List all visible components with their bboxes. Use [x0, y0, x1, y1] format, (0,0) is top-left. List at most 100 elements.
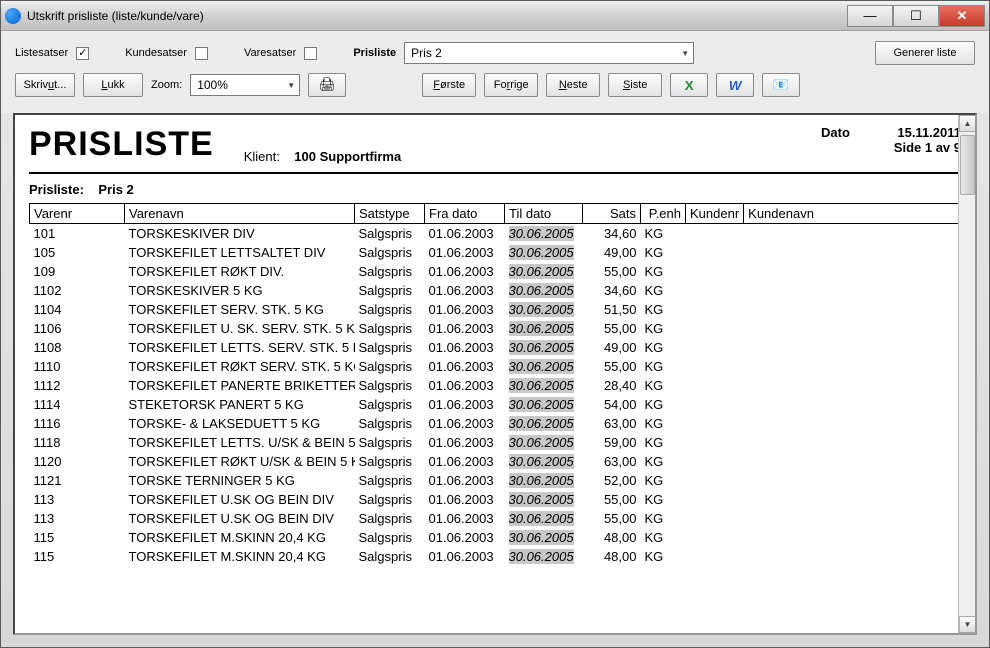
table-row: 1112TORSKEFILET PANERTE BRIKETTERSalgspr…: [30, 376, 961, 395]
cell-satstype: Salgspris: [355, 262, 425, 281]
cell-tildato: 30.06.2005: [505, 490, 583, 509]
cell-fradato: 01.06.2003: [425, 376, 505, 395]
prisliste-value: Pris 2: [411, 46, 442, 60]
cell-tildato: 30.06.2005: [505, 452, 583, 471]
cell-tildato: 30.06.2005: [505, 528, 583, 547]
window-title: Utskrift prisliste (liste/kunde/vare): [27, 9, 847, 23]
cell-kundenr: [686, 262, 744, 281]
cell-kundenavn: [744, 490, 961, 509]
cell-varenavn: TORSKEFILET RØKT U/SK & BEIN 5 K: [125, 452, 355, 471]
scroll-up-arrow[interactable]: ▲: [959, 115, 976, 132]
cell-sats: 55,00: [583, 319, 641, 338]
cell-satstype: Salgspris: [355, 357, 425, 376]
cell-varenr: 1121: [30, 471, 125, 490]
cell-tildato: 30.06.2005: [505, 433, 583, 452]
cell-fradato: 01.06.2003: [425, 528, 505, 547]
scroll-down-arrow[interactable]: ▼: [959, 616, 976, 633]
forste-button[interactable]: Første: [422, 73, 476, 97]
table-row: 1120TORSKEFILET RØKT U/SK & BEIN 5 KSalg…: [30, 452, 961, 471]
prisliste-combo[interactable]: Pris 2: [404, 42, 694, 64]
report-area: PRISLISTE Klient: 100 Supportfirma Dato …: [13, 113, 977, 635]
cell-fradato: 01.06.2003: [425, 509, 505, 528]
cell-sats: 55,00: [583, 490, 641, 509]
prisliste-line: Prisliste: Pris 2: [29, 182, 961, 197]
col-penh: P.enh: [641, 204, 686, 224]
cell-kundenr: [686, 319, 744, 338]
cell-tildato: 30.06.2005: [505, 376, 583, 395]
cell-tildato: 30.06.2005: [505, 338, 583, 357]
cell-satstype: Salgspris: [355, 319, 425, 338]
cell-tildato: 30.06.2005: [505, 471, 583, 490]
cell-kundenavn: [744, 376, 961, 395]
table-row: 101TORSKESKIVER DIVSalgspris01.06.200330…: [30, 224, 961, 244]
mail-export-button[interactable]: 📧: [762, 73, 800, 97]
lukk-button[interactable]: Lukk: [83, 73, 143, 97]
cell-varenavn: TORSKEFILET M.SKINN 20,4 KG: [125, 547, 355, 566]
titlebar: Utskrift prisliste (liste/kunde/vare) — …: [1, 1, 989, 31]
cell-sats: 34,60: [583, 281, 641, 300]
kundesatser-checkbox[interactable]: [195, 47, 208, 60]
cell-kundenavn: [744, 509, 961, 528]
neste-button[interactable]: Neste: [546, 73, 600, 97]
table-header-row: Varenr Varenavn Satstype Fra dato Til da…: [30, 204, 961, 224]
excel-export-button[interactable]: X: [670, 73, 708, 97]
klient-block: Klient: 100 Supportfirma: [244, 149, 402, 164]
word-export-button[interactable]: W: [716, 73, 754, 97]
table-row: 1121TORSKE TERNINGER 5 KGSalgspris01.06.…: [30, 471, 961, 490]
cell-penh: KG: [641, 547, 686, 566]
print-icon-button[interactable]: 🖨: [308, 73, 346, 97]
cell-penh: KG: [641, 509, 686, 528]
col-kundenr: Kundenr: [686, 204, 744, 224]
listesatser-checkbox[interactable]: [76, 47, 89, 60]
cell-fradato: 01.06.2003: [425, 262, 505, 281]
cell-kundenr: [686, 395, 744, 414]
cell-varenr: 1114: [30, 395, 125, 414]
cell-penh: KG: [641, 395, 686, 414]
cell-kundenavn: [744, 338, 961, 357]
cell-sats: 55,00: [583, 262, 641, 281]
maximize-button[interactable]: ☐: [893, 5, 939, 27]
cell-fradato: 01.06.2003: [425, 357, 505, 376]
vertical-scrollbar[interactable]: ▲ ▼: [958, 115, 975, 633]
cell-tildato: 30.06.2005: [505, 395, 583, 414]
cell-penh: KG: [641, 471, 686, 490]
varesatser-checkbox[interactable]: [304, 47, 317, 60]
scroll-thumb[interactable]: [960, 135, 975, 195]
cell-kundenavn: [744, 433, 961, 452]
toolbar-area: Listesatser Kundesatser Varesatser Prisl…: [1, 31, 989, 113]
cell-kundenr: [686, 452, 744, 471]
cell-satstype: Salgspris: [355, 224, 425, 244]
generer-liste-button[interactable]: Generer liste: [875, 41, 975, 65]
side-value: Side 1 av 9: [841, 140, 961, 155]
zoom-combo[interactable]: 100%: [190, 74, 300, 96]
cell-satstype: Salgspris: [355, 452, 425, 471]
cell-penh: KG: [641, 414, 686, 433]
cell-sats: 59,00: [583, 433, 641, 452]
cell-penh: KG: [641, 281, 686, 300]
report-prisliste-value: Pris 2: [98, 182, 133, 197]
cell-kundenr: [686, 414, 744, 433]
cell-fradato: 01.06.2003: [425, 243, 505, 262]
cell-varenr: 113: [30, 490, 125, 509]
dato-value: 15.11.2011: [881, 125, 961, 140]
cell-kundenavn: [744, 547, 961, 566]
cell-fradato: 01.06.2003: [425, 281, 505, 300]
cell-penh: KG: [641, 357, 686, 376]
skriv-ut-button[interactable]: Skriv ut...: [15, 73, 75, 97]
cell-tildato: 30.06.2005: [505, 509, 583, 528]
cell-kundenr: [686, 433, 744, 452]
cell-kundenr: [686, 357, 744, 376]
forrige-button[interactable]: Forrige: [484, 73, 538, 97]
minimize-button[interactable]: —: [847, 5, 893, 27]
cell-varenr: 1108: [30, 338, 125, 357]
table-row: 1118TORSKEFILET LETTS. U/SK & BEIN 5Salg…: [30, 433, 961, 452]
cell-tildato: 30.06.2005: [505, 357, 583, 376]
siste-button[interactable]: Siste: [608, 73, 662, 97]
cell-varenavn: TORSKEFILET PANERTE BRIKETTER: [125, 376, 355, 395]
cell-sats: 63,00: [583, 452, 641, 471]
cell-penh: KG: [641, 243, 686, 262]
close-button[interactable]: ✕: [939, 5, 985, 27]
cell-varenr: 1102: [30, 281, 125, 300]
cell-kundenr: [686, 509, 744, 528]
cell-kundenavn: [744, 357, 961, 376]
